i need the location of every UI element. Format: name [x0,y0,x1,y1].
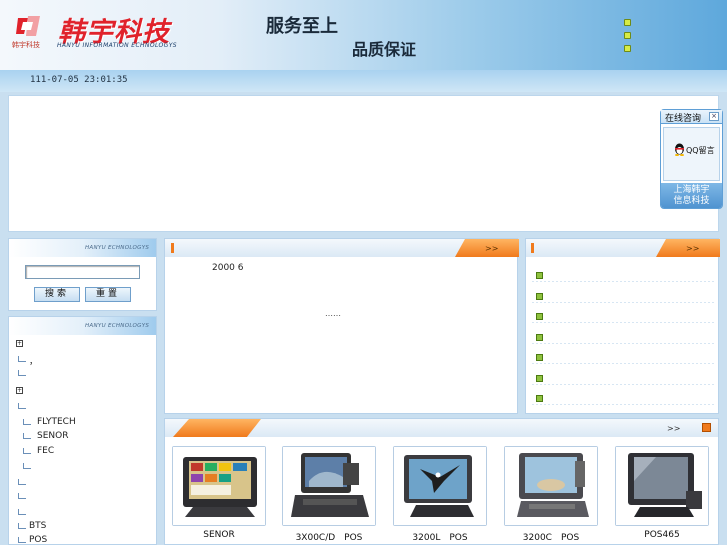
panel-header-tag: HANYU ECHNOLOGYS [85,323,150,329]
current-datetime: 111-07-05 23:01:35 [30,75,128,85]
logo-small-text: 韩宇科技 [12,41,40,49]
product-label[interactable]: SENOR [164,530,274,540]
product-label[interactable]: POS465 [607,530,717,540]
panel-header-tag: HANYU ECHNOLOGYS [85,245,150,251]
tree-branch-icon [23,463,31,469]
search-panel-header: HANYU ECHNOLOGYS [9,239,156,257]
tree-branch-icon [23,419,31,425]
consult-footer-line2: 信息科技 [673,196,710,206]
pos-terminal-image [394,447,486,525]
bullet-icon [536,354,543,361]
about-panel: >> 2000 6 …… [164,238,519,414]
news-item[interactable] [526,261,718,282]
about-more-link[interactable]: >> [485,244,498,253]
category-item-label: ， [29,357,39,367]
news-item[interactable] [526,302,718,323]
bullet-icon [536,313,543,320]
category-item-label: POS [29,535,48,545]
online-consult-widget: 在线咨询 × QQ留言 上海韩宇 信息科技 [660,109,723,209]
bullet-icon [536,272,543,279]
bullet-icon [536,374,543,382]
tree-branch-icon [18,403,26,409]
more-square-icon[interactable] [702,423,711,432]
news-item[interactable] [526,323,718,344]
consult-footer-line1: 上海韩宇 [673,185,710,195]
news-item[interactable] [526,364,718,385]
tree-branch-icon [18,370,26,376]
pos-terminal-image [173,447,265,525]
tree-branch-icon [18,479,26,485]
consult-header: 在线咨询 × [661,110,722,124]
slogan-line-2: 品质保证 [352,40,417,59]
bullet-icon [536,395,543,402]
expand-plus-icon: + [16,340,23,347]
news-panel: >> [525,238,720,414]
product-thumbnail[interactable] [282,446,376,526]
list-divider [532,404,714,405]
news-more-link[interactable]: >> [686,244,699,253]
banner-area [8,95,719,232]
about-ellipsis: …… [325,309,341,318]
product-list: SENOR 3X00C/D POS 3200L POS 3200C POS POS465 [164,446,719,545]
qq-penguin-icon[interactable] [674,143,685,156]
products-panel-header: >> [165,419,718,437]
bullet-icon [536,333,543,341]
small-square-icon[interactable] [624,45,631,52]
search-button[interactable]: 搜索 [34,287,80,302]
reset-button[interactable]: 重置 [85,287,131,302]
news-panel-header: >> [526,239,720,257]
consult-footer: 上海韩宇 信息科技 [661,183,722,208]
product-label[interactable]: 3200C POS [496,530,606,543]
slogan-line-1: 服务至上 [266,16,338,37]
news-item[interactable] [526,384,718,405]
tree-branch-icon [23,433,31,439]
category-item-label: FEC [37,446,55,456]
header-marker [171,243,174,253]
logo-subtitle: HANYU INFORMATION ECHNOLOGYS [57,42,177,49]
tree-branch-icon [23,448,31,454]
consult-title: 在线咨询 [665,114,702,124]
product-thumbnail[interactable] [393,446,487,526]
category-item-label: FLYTECH [37,417,76,427]
about-text: 2000 6 [212,263,244,273]
pos-terminal-image [616,447,708,525]
category-panel: HANYU ECHNOLOGYS [8,316,157,545]
small-square-icon[interactable] [624,32,631,39]
company-logo-icon [16,16,40,36]
tree-branch-icon [18,493,26,499]
small-square-icon[interactable] [624,19,631,26]
search-input[interactable] [25,265,140,279]
header-marker [531,243,534,253]
news-item[interactable] [526,282,718,303]
product-thumbnail[interactable] [172,446,266,526]
category-item-label: BTS [29,521,47,531]
about-more-tab[interactable]: >> [455,239,519,257]
tree-branch-icon [18,356,26,362]
about-panel-header: >> [165,239,519,257]
product-thumbnail[interactable] [615,446,709,526]
tree-branch-icon [18,537,26,543]
tree-branch-icon [18,523,26,529]
product-label[interactable]: 3200L POS [385,530,495,543]
qq-message-link[interactable]: QQ留言 [686,145,715,156]
close-icon[interactable]: × [709,112,719,121]
news-more-tab[interactable]: >> [656,239,720,257]
category-item-label: SENOR [37,431,69,441]
pos-terminal-image [283,447,375,525]
products-title-tab [173,419,261,437]
expand-plus-icon: + [16,387,23,394]
products-more-link[interactable]: >> [667,424,680,433]
pos-terminal-image [505,447,597,525]
bullet-icon [536,292,543,300]
consult-body: QQ留言 [663,127,720,181]
category-panel-header: HANYU ECHNOLOGYS [9,317,156,335]
news-item[interactable] [526,343,718,364]
product-label[interactable]: 3X00C/D POS [274,530,384,543]
product-thumbnail[interactable] [504,446,598,526]
tree-branch-icon [18,509,26,515]
